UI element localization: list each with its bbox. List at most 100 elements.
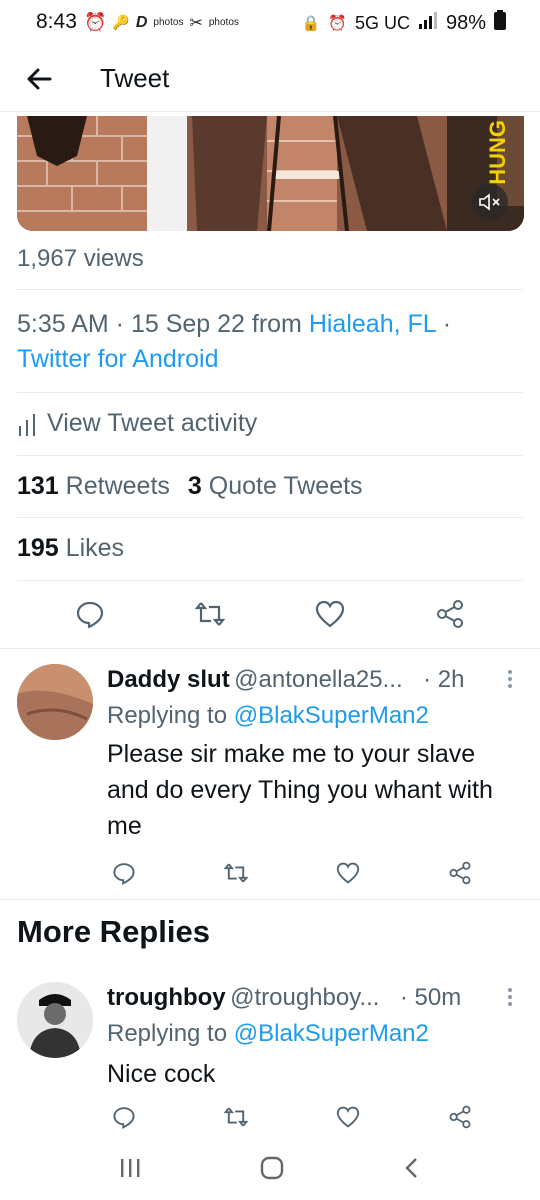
heart-icon (315, 600, 345, 628)
views-count: 1,967 views (17, 245, 144, 272)
back-button[interactable] (22, 62, 56, 96)
retweet-icon (223, 1107, 249, 1127)
replying-prefix: Replying to (107, 1020, 234, 1047)
alarm-icon: ⏰ (328, 15, 347, 32)
reply-item[interactable]: Daddy slut @antonella25... · 2h Replying… (0, 652, 540, 897)
tweet-time: 5:35 AM · 15 Sep 22 from (17, 310, 309, 338)
reply-age: · 50m (399, 984, 462, 1011)
system-back-button[interactable] (402, 1156, 422, 1185)
recent-apps-button[interactable] (118, 1157, 142, 1184)
reply-actions (107, 856, 477, 890)
retweet-icon (223, 863, 249, 883)
retweets-label: Retweets (65, 472, 170, 500)
divider (0, 899, 540, 900)
separator: · (435, 310, 452, 338)
share-button[interactable] (443, 856, 477, 890)
replying-to-link[interactable]: @BlakSuperMan2 (234, 1020, 429, 1047)
reply-author-handle[interactable]: @antonella25... (234, 666, 402, 693)
source-link[interactable]: Twitter for Android (17, 342, 218, 376)
replying-prefix: Replying to (107, 702, 234, 729)
heart-icon (336, 862, 360, 884)
tweet-actions (0, 597, 540, 631)
video-frame (17, 116, 524, 231)
battery-icon (494, 10, 506, 36)
replying-to-link[interactable]: @BlakSuperMan2 (234, 702, 429, 729)
reply-actions (107, 1100, 477, 1134)
notification-icons: ⏰ 🔑 D photos ✂ photos (84, 12, 239, 33)
likes-stat[interactable]: 195 Likes (17, 534, 124, 563)
divider (17, 580, 523, 581)
tweet-video[interactable]: HUNG (17, 116, 524, 231)
avatar[interactable] (17, 664, 93, 740)
share-icon (449, 861, 471, 885)
status-right: 🔒 ⏰ 5G UC 98% (302, 10, 506, 36)
share-icon (449, 1105, 471, 1129)
like-button[interactable] (331, 856, 365, 890)
reply-item[interactable]: troughboy @troughboy... · 50m Replying t… (0, 970, 540, 1140)
retweet-icon (194, 602, 226, 626)
retweet-stats: 131 Retweets 3 Quote Tweets (17, 472, 363, 501)
d-icon: D (135, 13, 148, 31)
reply-author-name[interactable]: Daddy slut (107, 666, 230, 693)
reply-button[interactable] (73, 597, 107, 631)
reply-age: · 2h (423, 666, 465, 693)
more-vertical-icon (508, 988, 512, 1006)
recent-apps-icon (121, 1158, 140, 1177)
activity-label: View Tweet activity (47, 409, 258, 437)
home-button[interactable] (259, 1155, 285, 1186)
lock-icon: 🔒 (301, 15, 321, 32)
divider (17, 392, 523, 393)
photos-icon: photos (153, 17, 184, 28)
mute-button[interactable] (472, 184, 508, 220)
key-icon: 🔑 (112, 14, 130, 30)
comment-icon (113, 1107, 135, 1129)
retweet-button[interactable] (219, 856, 253, 890)
chevron-left-icon (404, 1157, 417, 1178)
network-label: 5G UC (354, 12, 410, 33)
more-replies-heading: More Replies (17, 914, 210, 949)
share-icon (437, 600, 463, 628)
page-title: Tweet (100, 63, 170, 93)
like-button[interactable] (313, 597, 347, 631)
divider (17, 455, 523, 456)
more-vertical-icon (508, 670, 512, 688)
replying-to: Replying to @BlakSuperMan2 (107, 1020, 429, 1048)
arrow-left-icon (27, 68, 52, 90)
retweet-button[interactable] (219, 1100, 253, 1134)
reply-button[interactable] (107, 1100, 141, 1134)
status-bar: 8:43 ⏰ 🔑 D photos ✂ photos 🔒 ⏰ 5G UC 98% (0, 0, 540, 44)
photos-icon: photos (208, 17, 239, 28)
quotes-count: 3 (187, 472, 202, 500)
retweets-stat[interactable]: 131 Retweets (17, 472, 170, 501)
app-header: Tweet (0, 44, 540, 112)
alarm-icon: ⏰ (84, 12, 107, 32)
share-button[interactable] (433, 597, 467, 631)
avatar[interactable] (17, 982, 93, 1058)
reply-text: Please sir make me to your slave and do … (107, 740, 493, 840)
home-icon (260, 1156, 284, 1179)
retweet-button[interactable] (193, 597, 227, 631)
divider (17, 289, 523, 290)
tweet-timestamp-line: 5:35 AM · 15 Sep 22 from Hialeah, FL · (17, 307, 451, 341)
reply-text: Nice cock (107, 1060, 216, 1088)
reply-button[interactable] (107, 856, 141, 890)
signal-icon (418, 11, 438, 35)
system-nav-bar (0, 1140, 540, 1200)
divider (0, 648, 540, 649)
location-link[interactable]: Hialeah, FL (309, 310, 436, 338)
reply-author-handle[interactable]: @troughboy... (230, 984, 379, 1011)
more-options-button[interactable] (505, 986, 515, 1013)
retweets-count: 131 (17, 472, 59, 500)
more-options-button[interactable] (505, 668, 515, 695)
likes-count: 195 (17, 534, 59, 562)
quotes-stat[interactable]: 3 Quote Tweets (188, 472, 363, 501)
quotes-label: Quote Tweets (208, 472, 363, 500)
battery-label: 98% (445, 11, 486, 34)
share-button[interactable] (443, 1100, 477, 1134)
reply-header: Daddy slut @antonella25... · 2h (107, 666, 464, 694)
reply-author-name[interactable]: troughboy (107, 984, 226, 1011)
comment-icon (76, 601, 104, 629)
like-button[interactable] (331, 1100, 365, 1134)
reply-header: troughboy @troughboy... · 50m (107, 984, 461, 1012)
view-tweet-activity[interactable]: View Tweet activity (17, 409, 257, 438)
